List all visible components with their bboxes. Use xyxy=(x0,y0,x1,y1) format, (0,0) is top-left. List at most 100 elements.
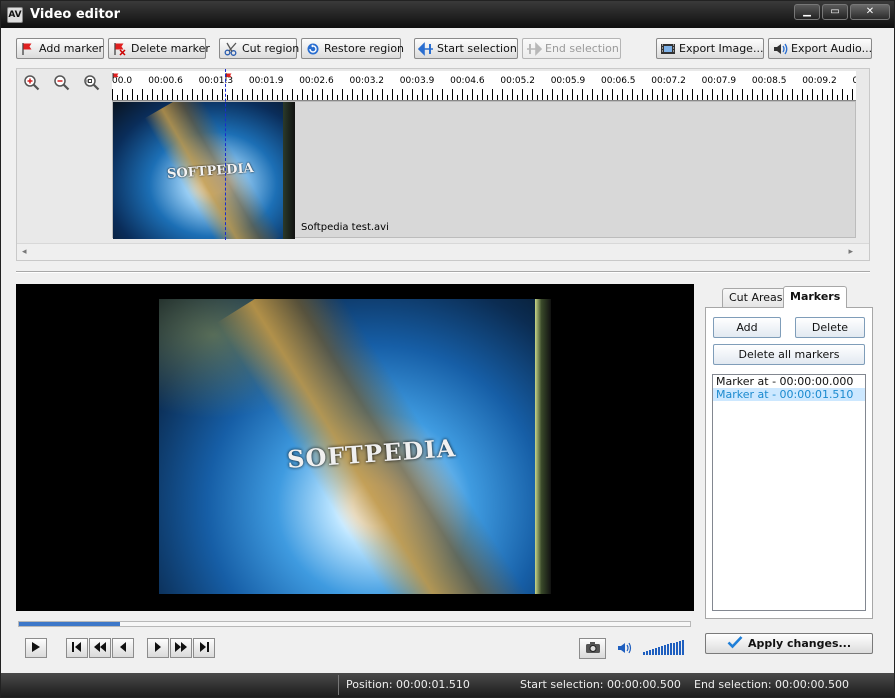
volume-bar xyxy=(664,645,666,655)
restore-region-label: Restore region xyxy=(324,42,405,55)
zoom-tools xyxy=(19,73,105,95)
title-bar: AV Video editor ▁ ▭ ✕ xyxy=(1,1,894,28)
scroll-left-icon[interactable]: ◂ xyxy=(22,247,27,257)
ruler-tick-label: 00:01.9 xyxy=(248,76,284,86)
video-editor-window: AV Video editor ▁ ▭ ✕ Add marker Delete … xyxy=(0,0,895,698)
zoom-out-button[interactable] xyxy=(49,73,75,95)
add-button[interactable]: Add xyxy=(713,317,781,338)
maximize-button[interactable]: ▭ xyxy=(822,4,848,20)
speaker-export-icon xyxy=(772,42,788,56)
volume-slider[interactable] xyxy=(643,639,684,655)
ruler-tick-label: 00:03.2 xyxy=(349,76,385,86)
timeline-scrollbar[interactable]: ◂ ▸ xyxy=(17,243,869,260)
step-back-button[interactable] xyxy=(112,638,134,658)
clip-thumbnail[interactable]: SOFTPEDIA xyxy=(113,102,295,239)
delete-button[interactable]: Delete xyxy=(795,317,865,338)
snapshot-button[interactable] xyxy=(579,638,606,659)
apply-changes-button[interactable]: Apply changes... xyxy=(705,633,873,654)
window-controls: ▁ ▭ ✕ xyxy=(794,4,890,20)
start-selection-icon xyxy=(418,41,434,56)
window-title: Video editor xyxy=(30,7,121,22)
volume-bar xyxy=(658,647,660,655)
splitter[interactable] xyxy=(16,271,870,273)
playback-progress[interactable] xyxy=(18,621,691,627)
restore-region-button[interactable]: Restore region xyxy=(301,38,405,59)
timeline-panel: 00.0 00:00.6 00:01.3 00:01.9 00:02.6 00:03.2 0… xyxy=(16,68,870,261)
ruler-tick-label: 00:04.6 xyxy=(450,76,485,86)
delete-marker-label: Delete marker xyxy=(131,42,210,55)
play-icon xyxy=(31,641,41,655)
tab-markers[interactable]: Markers xyxy=(783,286,848,308)
volume-bar xyxy=(670,643,672,655)
scroll-right-icon[interactable]: ▸ xyxy=(848,247,853,257)
fast-forward-icon xyxy=(175,641,187,655)
status-end-selection: End selection: 00:00:00.500 xyxy=(694,678,849,691)
playhead[interactable] xyxy=(225,69,226,240)
cut-region-button[interactable]: Cut region xyxy=(219,38,299,59)
start-selection-button[interactable]: Start selection xyxy=(414,38,518,59)
zoom-out-icon xyxy=(53,74,71,95)
ruler-tick-label: 00:07.2 xyxy=(651,76,686,86)
marker-flag-icon[interactable] xyxy=(112,71,120,84)
apply-changes-label: Apply changes... xyxy=(747,637,852,650)
end-selection-button[interactable]: End selection xyxy=(522,38,621,59)
zoom-in-icon xyxy=(23,74,41,95)
video-preview: SOFTPEDIA xyxy=(16,284,694,611)
scissors-icon xyxy=(223,42,239,56)
close-icon: ✕ xyxy=(865,6,875,17)
go-to-end-button[interactable] xyxy=(193,638,215,658)
volume-bar xyxy=(649,650,651,655)
end-selection-label: End selection xyxy=(545,42,619,55)
list-item[interactable]: Marker at - 00:00:00.000 xyxy=(713,375,865,388)
status-bar: Position: 00:00:01.510 Start selection: … xyxy=(1,673,894,697)
video-track[interactable]: SOFTPEDIA Softpedia test.avi xyxy=(112,101,856,239)
timeline-ruler[interactable]: 00.0 00:00.6 00:01.3 00:01.9 00:02.6 00:03.2 0… xyxy=(112,71,856,101)
play-button[interactable] xyxy=(25,638,47,658)
delete-marker-button[interactable]: Delete marker xyxy=(108,38,210,59)
film-icon xyxy=(660,42,676,56)
ruler-tick-label: 00:05.9 xyxy=(550,76,586,86)
skip-start-icon xyxy=(72,641,82,655)
delete-marker-icon xyxy=(112,42,128,56)
export-audio-label: Export Audio... xyxy=(791,42,873,55)
volume-bar xyxy=(676,641,678,655)
rewind-button[interactable] xyxy=(89,638,111,658)
zoom-fit-button[interactable] xyxy=(79,73,105,95)
delete-all-markers-button[interactable]: Delete all markers xyxy=(713,344,865,365)
zoom-in-button[interactable] xyxy=(19,73,45,95)
step-forward-button[interactable] xyxy=(147,638,169,658)
fast-forward-button[interactable] xyxy=(170,638,192,658)
volume-icon[interactable] xyxy=(617,641,633,658)
export-image-button[interactable]: Export Image... xyxy=(656,38,764,59)
end-selection-icon xyxy=(526,41,542,56)
ruler-tick-label: 00:07.9 xyxy=(701,76,737,86)
go-to-start-button[interactable] xyxy=(66,638,88,658)
toolbar: Add marker Delete marker Cut region Rest… xyxy=(1,28,894,68)
camera-icon xyxy=(585,641,601,657)
marker-flag-icon[interactable] xyxy=(225,71,233,84)
export-image-label: Export Image... xyxy=(679,42,764,55)
start-selection-label: Start selection xyxy=(437,42,517,55)
restore-icon xyxy=(305,42,321,56)
volume-bar xyxy=(682,639,684,655)
close-button[interactable]: ✕ xyxy=(850,4,890,20)
ruler-tick-label: 00:02.6 xyxy=(299,76,334,86)
step-forward-icon xyxy=(154,641,162,655)
step-back-icon xyxy=(119,641,127,655)
volume-bar xyxy=(646,651,648,655)
video-frame: SOFTPEDIA xyxy=(159,299,551,594)
ruler-ticks xyxy=(112,89,856,100)
ruler-tick-label: 00:06.5 xyxy=(601,76,636,86)
export-audio-button[interactable]: Export Audio... xyxy=(768,38,872,59)
volume-bar xyxy=(661,646,663,655)
status-start-selection: Start selection: 00:00:00.500 xyxy=(520,678,681,691)
add-marker-button[interactable]: Add marker xyxy=(16,38,104,59)
list-item[interactable]: Marker at - 00:00:01.510 xyxy=(713,388,865,401)
ruler-tick-label: 00:09.2 xyxy=(802,76,837,86)
ruler-tick-label: 00:03.9 xyxy=(399,76,435,86)
marker-list[interactable]: Marker at - 00:00:00.000 Marker at - 00:… xyxy=(712,374,866,611)
volume-bar xyxy=(643,652,645,655)
tab-cut-areas[interactable]: Cut Areas xyxy=(722,288,790,307)
minimize-button[interactable]: ▁ xyxy=(794,4,820,20)
volume-bar xyxy=(673,642,675,655)
